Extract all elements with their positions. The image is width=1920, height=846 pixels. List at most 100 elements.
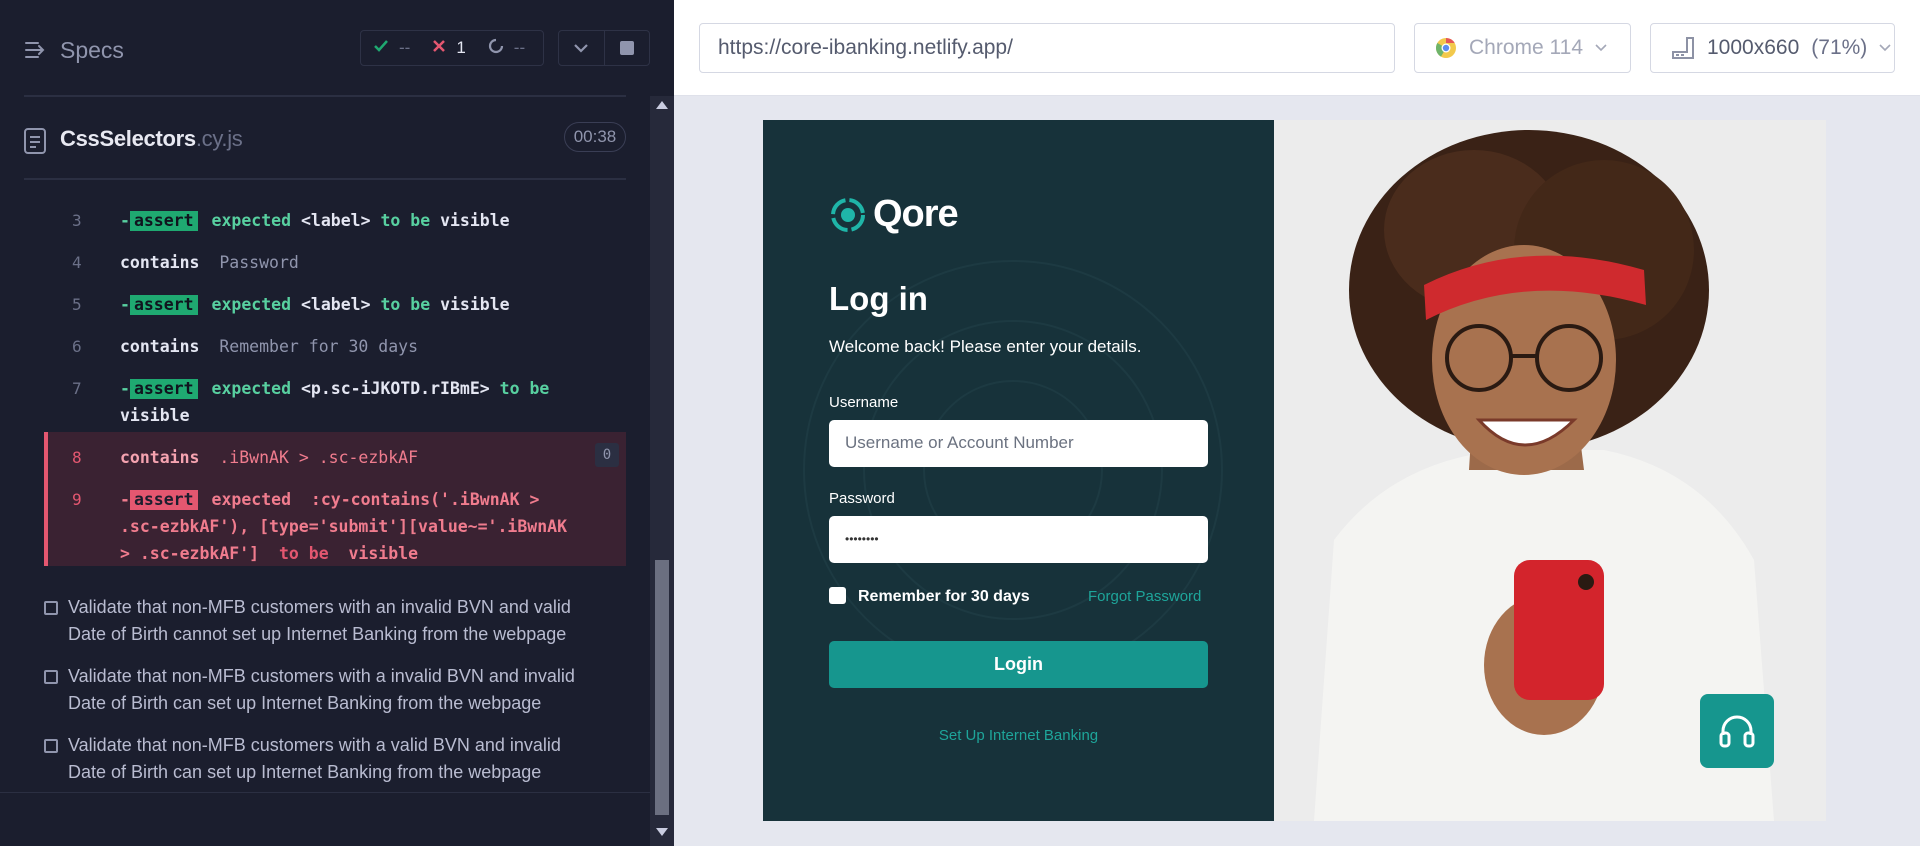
command-number: 5	[72, 295, 82, 314]
command-name: contains	[120, 448, 200, 467]
command-dash: -	[120, 379, 130, 398]
spec-file-base: CssSelectors	[60, 126, 196, 151]
command-text: expected	[211, 379, 292, 398]
command-text: to be	[499, 379, 550, 398]
test-title: Validate that non-MFB customers with a v…	[68, 735, 561, 755]
url-bar[interactable]: https://core-ibanking.netlify.app/	[699, 23, 1395, 73]
check-icon	[373, 38, 389, 58]
browser-selector[interactable]: Chrome 114	[1414, 23, 1631, 73]
headset-icon	[1719, 715, 1755, 748]
command-row[interactable]: 4 contains Password	[44, 242, 626, 284]
divider	[24, 178, 626, 180]
logo-text: Qore	[873, 193, 959, 235]
command-row[interactable]: 7 - assert expected <p.sc-iJKOTD.rIBmE> to …	[44, 368, 626, 437]
qore-logo-icon	[831, 197, 865, 232]
test-checkbox	[44, 739, 58, 753]
command-name: contains	[120, 253, 200, 272]
stop-icon	[619, 41, 634, 55]
login-title: Log in	[829, 280, 928, 317]
command-arg: Remember for 30 days	[219, 337, 419, 356]
test-item[interactable]: Validate that non-MFB customers with a i…	[44, 663, 624, 717]
assert-badge: assert	[129, 211, 198, 231]
chrome-icon	[1436, 38, 1456, 58]
scroll-down-arrow-icon[interactable]	[656, 828, 668, 836]
scroll-up-arrow-icon[interactable]	[656, 101, 668, 109]
specs-title[interactable]: Specs	[60, 37, 124, 64]
viewport-size: 1000x660	[1707, 36, 1800, 59]
password-label: Password	[829, 490, 895, 507]
file-icon	[24, 128, 46, 154]
collapse-button[interactable]	[559, 31, 605, 65]
specs-icon[interactable]	[24, 38, 48, 62]
chevron-down-icon	[574, 44, 589, 53]
support-chat-button[interactable]	[1700, 694, 1774, 768]
command-subject: <label>	[300, 211, 371, 230]
forgot-password-link[interactable]: Forgot Password	[1088, 588, 1201, 605]
command-dash: -	[120, 211, 130, 230]
password-input[interactable]: ••••••••	[829, 516, 1208, 563]
viewport-zoom: (71%)	[1811, 36, 1868, 59]
chevron-down-icon	[1595, 44, 1607, 52]
command-text: expected	[211, 295, 292, 314]
command-row-failed[interactable]: 9 - assert expected :cy-contains('.iBwnAK >…	[44, 479, 626, 575]
command-subject: visible	[440, 211, 510, 230]
test-checkbox	[44, 601, 58, 615]
failed-count: 1	[456, 38, 466, 57]
command-subject: :cy-contains('.iBwnAK >	[310, 490, 540, 509]
spec-timer: 00:38	[564, 122, 626, 152]
command-text: to be	[278, 544, 329, 563]
spec-file-ext: .cy.js	[195, 126, 243, 151]
command-dash: -	[120, 295, 130, 314]
command-text: to be	[380, 211, 431, 230]
qore-logo: Qore	[829, 193, 959, 236]
command-subject: <p.sc-iJKOTD.rIBmE>	[300, 379, 490, 398]
command-number: 4	[72, 253, 82, 272]
element-count-badge: 0	[595, 443, 619, 467]
remember-label[interactable]: Remember for 30 days	[858, 588, 1030, 606]
command-number: 6	[72, 337, 82, 356]
test-stats: -- 1 --	[360, 30, 544, 66]
command-subject: <label>	[300, 295, 371, 314]
x-icon	[432, 38, 446, 58]
command-subject: > .sc-ezbkAF']	[120, 544, 260, 563]
scrollbar-thumb[interactable]	[655, 560, 669, 815]
spinner-icon	[488, 38, 504, 59]
stop-button[interactable]	[605, 31, 650, 65]
command-subject: .sc-ezbkAF'), [type='submit'][value~='.i…	[120, 517, 568, 536]
remember-checkbox[interactable]	[829, 587, 846, 604]
browser-name: Chrome 114	[1469, 36, 1584, 59]
login-subtitle: Welcome back! Please enter your details.	[829, 337, 1142, 356]
test-item[interactable]: Validate that non-MFB customers with a v…	[44, 732, 624, 786]
command-name: contains	[120, 337, 200, 356]
command-subject: visible	[120, 406, 190, 425]
username-input[interactable]: Username or Account Number	[829, 420, 1208, 467]
passed-count: --	[399, 38, 411, 57]
command-row[interactable]: 6 contains Remember for 30 days	[44, 326, 626, 368]
test-title: Date of Birth can set up Internet Bankin…	[68, 693, 542, 713]
login-button[interactable]: Login	[829, 641, 1208, 688]
test-title: Validate that non-MFB customers with a i…	[68, 666, 575, 686]
setup-internet-banking-link[interactable]: Set Up Internet Banking	[763, 727, 1274, 744]
divider	[0, 792, 650, 793]
test-item[interactable]: Validate that non-MFB customers with an …	[44, 594, 624, 648]
test-title: Date of Birth cannot set up Internet Ban…	[68, 624, 567, 644]
spec-file-name[interactable]: CssSelectors.cy.js	[60, 126, 243, 152]
assert-badge: assert	[129, 379, 198, 399]
command-row[interactable]: 3 - assert expected <label> to be visible	[44, 200, 626, 242]
viewport-selector[interactable]: 1000x660 (71%)	[1650, 23, 1895, 73]
test-title: Validate that non-MFB customers with an …	[68, 597, 571, 617]
login-panel: Qore Log in Welcome back! Please enter y…	[763, 120, 1274, 821]
chevron-down-icon	[1879, 44, 1891, 52]
command-text: expected	[211, 211, 292, 230]
runner-controls	[558, 30, 650, 66]
assert-badge: assert	[129, 295, 198, 315]
divider	[24, 95, 626, 97]
specs-header: Specs -- 1 --	[0, 0, 674, 98]
username-label: Username	[829, 394, 899, 411]
assert-badge: assert	[129, 490, 198, 510]
command-text: expected	[211, 490, 292, 509]
command-row-failed[interactable]: 8 contains .iBwnAK > .sc-ezbkAF	[44, 437, 626, 479]
test-runner-panel: Specs -- 1 -- CssSelectors.cy.js 00:38 3…	[0, 0, 674, 846]
command-log: 3- assert expected <label> to be visible 4…	[44, 200, 626, 575]
command-row[interactable]: 5 - assert expected <label> to be visible	[44, 284, 626, 326]
